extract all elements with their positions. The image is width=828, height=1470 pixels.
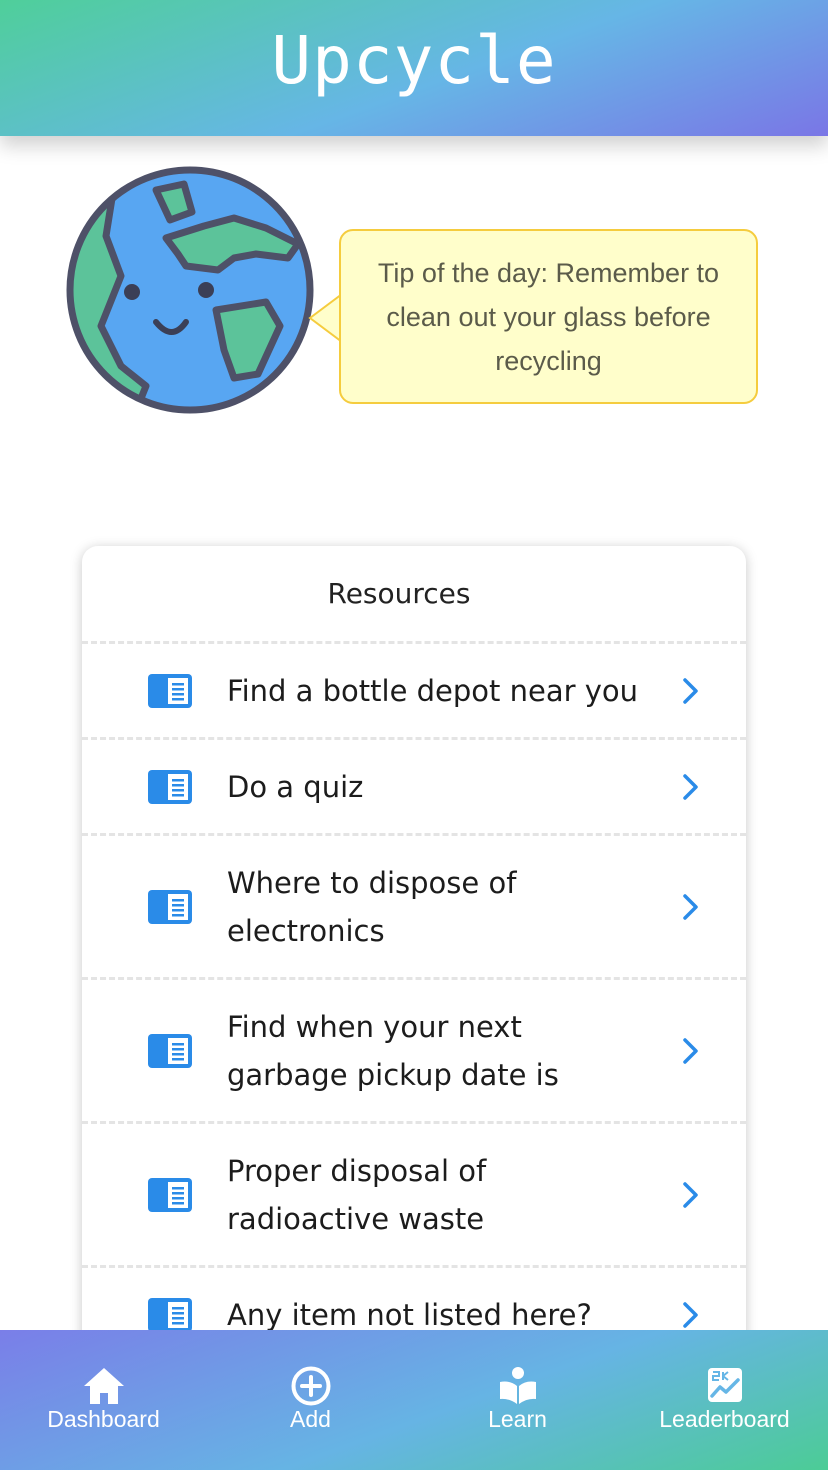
nav-dashboard[interactable]: Dashboard	[0, 1330, 207, 1470]
chevron-right-icon	[683, 1181, 698, 1208]
chevron-right-icon	[683, 1037, 698, 1064]
leaderboard-icon	[707, 1368, 742, 1402]
app-title: Upcycle	[271, 21, 557, 99]
app-header: Upcycle	[0, 0, 828, 136]
resource-item-label: Find when your next garbage pickup date …	[227, 1009, 559, 1092]
tip-of-the-day: Tip of the day: Remember to clean out yo…	[339, 229, 758, 404]
resource-item-garbage-pickup[interactable]: Find when your next garbage pickup date …	[82, 980, 746, 1124]
nav-label: Learn	[488, 1406, 547, 1432]
nav-label: Dashboard	[47, 1406, 160, 1432]
document-icon	[148, 889, 192, 924]
document-icon	[148, 1033, 192, 1068]
chevron-right-icon	[683, 677, 698, 704]
resource-item-label: Find a bottle depot near you	[227, 673, 639, 708]
chevron-right-icon	[683, 773, 698, 800]
resource-item-electronics[interactable]: Where to dispose of electronics	[82, 836, 746, 980]
resource-item-quiz[interactable]: Do a quiz	[82, 740, 746, 836]
document-icon	[148, 1177, 192, 1212]
resources-title: Resources	[82, 546, 746, 644]
chevron-right-icon	[683, 893, 698, 920]
book-reader-icon	[499, 1367, 536, 1404]
resources-card: Resources Find a bottle depot near you D…	[82, 546, 746, 1446]
nav-label: Add	[290, 1406, 331, 1432]
globe-mascot-icon	[66, 166, 314, 414]
nav-learn[interactable]: Learn	[414, 1330, 621, 1470]
resource-item-label: Proper disposal of radioactive waste	[227, 1153, 487, 1236]
document-icon	[148, 673, 192, 708]
resource-item-label: Where to dispose of electronics	[227, 865, 517, 948]
resource-item-radioactive-waste[interactable]: Proper disposal of radioactive waste	[82, 1124, 746, 1268]
tip-bubble-tail	[308, 293, 342, 343]
plus-circle-icon	[291, 1366, 330, 1406]
bottom-nav: Dashboard Add Learn Leaderboard	[0, 1330, 828, 1470]
home-icon	[83, 1368, 124, 1404]
resource-item-label: Do a quiz	[227, 769, 364, 804]
chevron-right-icon	[683, 1301, 698, 1328]
tip-text: Tip of the day: Remember to clean out yo…	[377, 257, 720, 376]
document-icon	[148, 1297, 192, 1332]
resource-item-bottle-depot[interactable]: Find a bottle depot near you	[82, 644, 746, 740]
nav-leaderboard[interactable]: Leaderboard	[621, 1330, 828, 1470]
nav-add[interactable]: Add	[207, 1330, 414, 1470]
document-icon	[148, 769, 192, 804]
nav-label: Leaderboard	[659, 1406, 790, 1432]
